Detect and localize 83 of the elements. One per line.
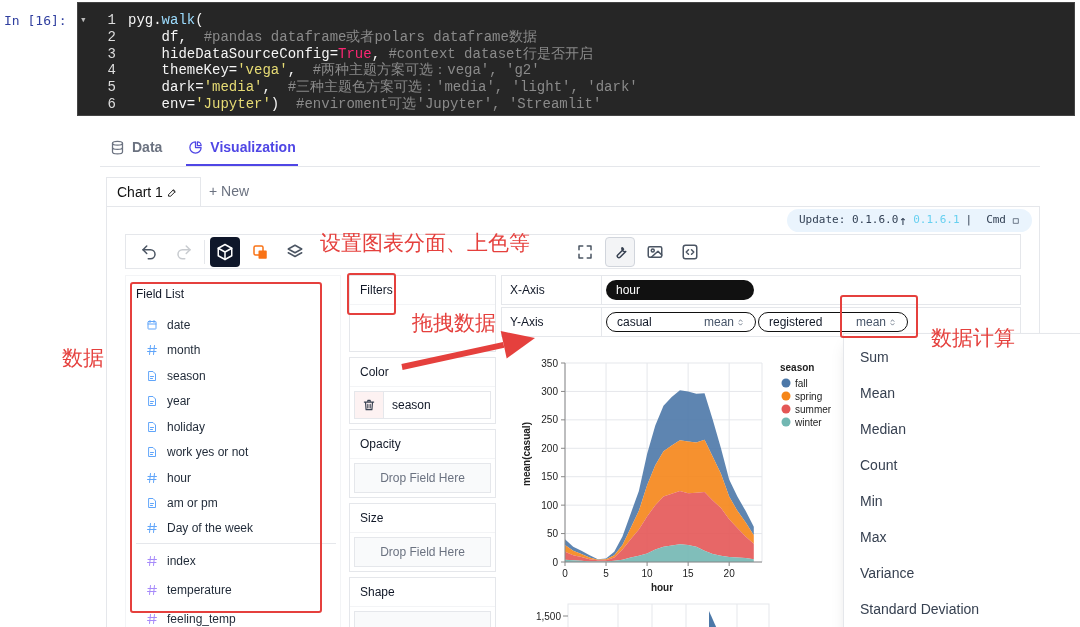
field-item[interactable]: hour: [136, 464, 340, 491]
field-item[interactable]: work yes or not: [136, 439, 340, 465]
field-item[interactable]: temperature: [136, 575, 340, 605]
tick-label: 5: [603, 568, 609, 579]
field-item[interactable]: year: [136, 388, 340, 414]
tab[interactable]: Data: [108, 131, 165, 166]
menu-item[interactable]: Min: [844, 483, 1080, 519]
menu-item[interactable]: Max: [844, 519, 1080, 555]
code-line: dark='media', #三种主题色方案可选：'media', 'light', 'dark': [160, 79, 638, 96]
menu-item[interactable]: Mean: [844, 375, 1080, 411]
chart-tab[interactable]: Chart 1: [106, 177, 201, 206]
line-number: 6: [107, 96, 116, 113]
field-item[interactable]: am or pm: [136, 490, 340, 516]
field-item[interactable]: index: [136, 546, 340, 576]
field-pill[interactable]: hour: [606, 280, 754, 300]
legend-label: spring: [795, 390, 823, 402]
field-item[interactable]: season: [136, 363, 340, 389]
cell-prompt: In [16]:: [3, 12, 68, 30]
tick-label: 50: [546, 528, 558, 540]
tick-label: 200: [541, 442, 558, 454]
line-number: 2: [107, 28, 116, 46]
code-line: themeKey='vega', #两种主题方案可选：vega', 'g2': [160, 62, 541, 79]
section-title: Filters: [350, 276, 495, 305]
drop-zone[interactable]: Drop Field Here: [354, 537, 491, 567]
tick-label: 1,500: [535, 610, 561, 622]
legend-label: summer: [795, 403, 832, 415]
tick-label: 0: [552, 556, 558, 568]
annotation-text: 拖拽数据: [412, 313, 496, 334]
separator: |: [965, 212, 973, 229]
tick-label: 300: [541, 385, 558, 397]
menu-item[interactable]: Median: [844, 411, 1080, 447]
legend-label: winter: [795, 416, 822, 428]
field-name: casual: [617, 314, 652, 331]
section-title: Size: [350, 504, 495, 533]
line-number: 3: [107, 45, 116, 63]
field-item[interactable]: Day of the week: [136, 515, 340, 541]
annotation-text: 数据计算: [931, 328, 1015, 349]
axis-title: hour: [650, 582, 674, 593]
update-badge[interactable]: Update: 0.1.6.0↑ 0.1.6.1 | Cmd: [786, 209, 1032, 232]
legend-label: fall: [795, 377, 808, 389]
section-title: Shape: [350, 578, 495, 607]
line-number: 1: [107, 12, 116, 29]
tick-label: 20: [723, 568, 735, 579]
command-label: Cmd: [986, 212, 1006, 229]
menu-item[interactable]: Standard Deviation: [844, 591, 1080, 627]
tick-label: 350: [541, 357, 558, 369]
panel-title: Field List: [136, 286, 186, 303]
section-title: Opacity: [350, 430, 495, 459]
code-line: pyg.walk(: [128, 12, 205, 29]
field-name: season: [392, 397, 431, 414]
line-number: 4: [107, 62, 116, 80]
aggregate-select[interactable]: mean: [855, 313, 897, 331]
legend-title: season: [780, 362, 815, 373]
tick-label: 15: [682, 568, 694, 579]
axis-title: mean(casual): [521, 422, 532, 486]
code-line: env='Jupyter') #enviroment可选'Jupyter', 'Streamlit': [160, 96, 603, 113]
tick-label: 150: [541, 471, 558, 483]
menu-item[interactable]: Count: [844, 447, 1080, 483]
menu-item[interactable]: Variance: [844, 555, 1080, 591]
line-number: 5: [107, 79, 116, 96]
field-name: registered: [769, 314, 823, 331]
field-chip[interactable]: season: [354, 391, 491, 419]
field-item[interactable]: month: [136, 337, 340, 364]
fold-toggle[interactable]: ▾: [80, 14, 87, 26]
tick-label: 10: [641, 568, 653, 579]
field-item[interactable]: date: [136, 312, 340, 338]
shelf-label: X-Axis: [502, 276, 602, 304]
tick-label: 250: [541, 414, 558, 426]
version-label: 0.1.6.1: [913, 212, 960, 229]
field-item[interactable]: holiday: [136, 414, 340, 440]
aggregate-select[interactable]: mean: [703, 313, 745, 331]
code-line: df, #pandas dataframe或者polars dataframe数据: [160, 28, 538, 46]
arrow-up: ↑: [899, 211, 908, 230]
tick-label: 0: [562, 568, 568, 579]
field-item[interactable]: feeling_temp: [136, 604, 340, 627]
chart-tab[interactable]: + New: [201, 177, 258, 206]
annotation-text: 设置图表分面、上色等: [320, 233, 530, 254]
tick-label: 100: [541, 499, 558, 511]
drop-zone[interactable]: Drop Field Here: [354, 463, 491, 493]
tab[interactable]: Visualization: [186, 131, 298, 166]
annotation-text: 数据: [62, 348, 104, 369]
update-label: Update: 0.1.6.0: [798, 212, 899, 229]
code-line: hideDataSourceConfig=True, #context dataset行是否开启: [160, 45, 594, 62]
